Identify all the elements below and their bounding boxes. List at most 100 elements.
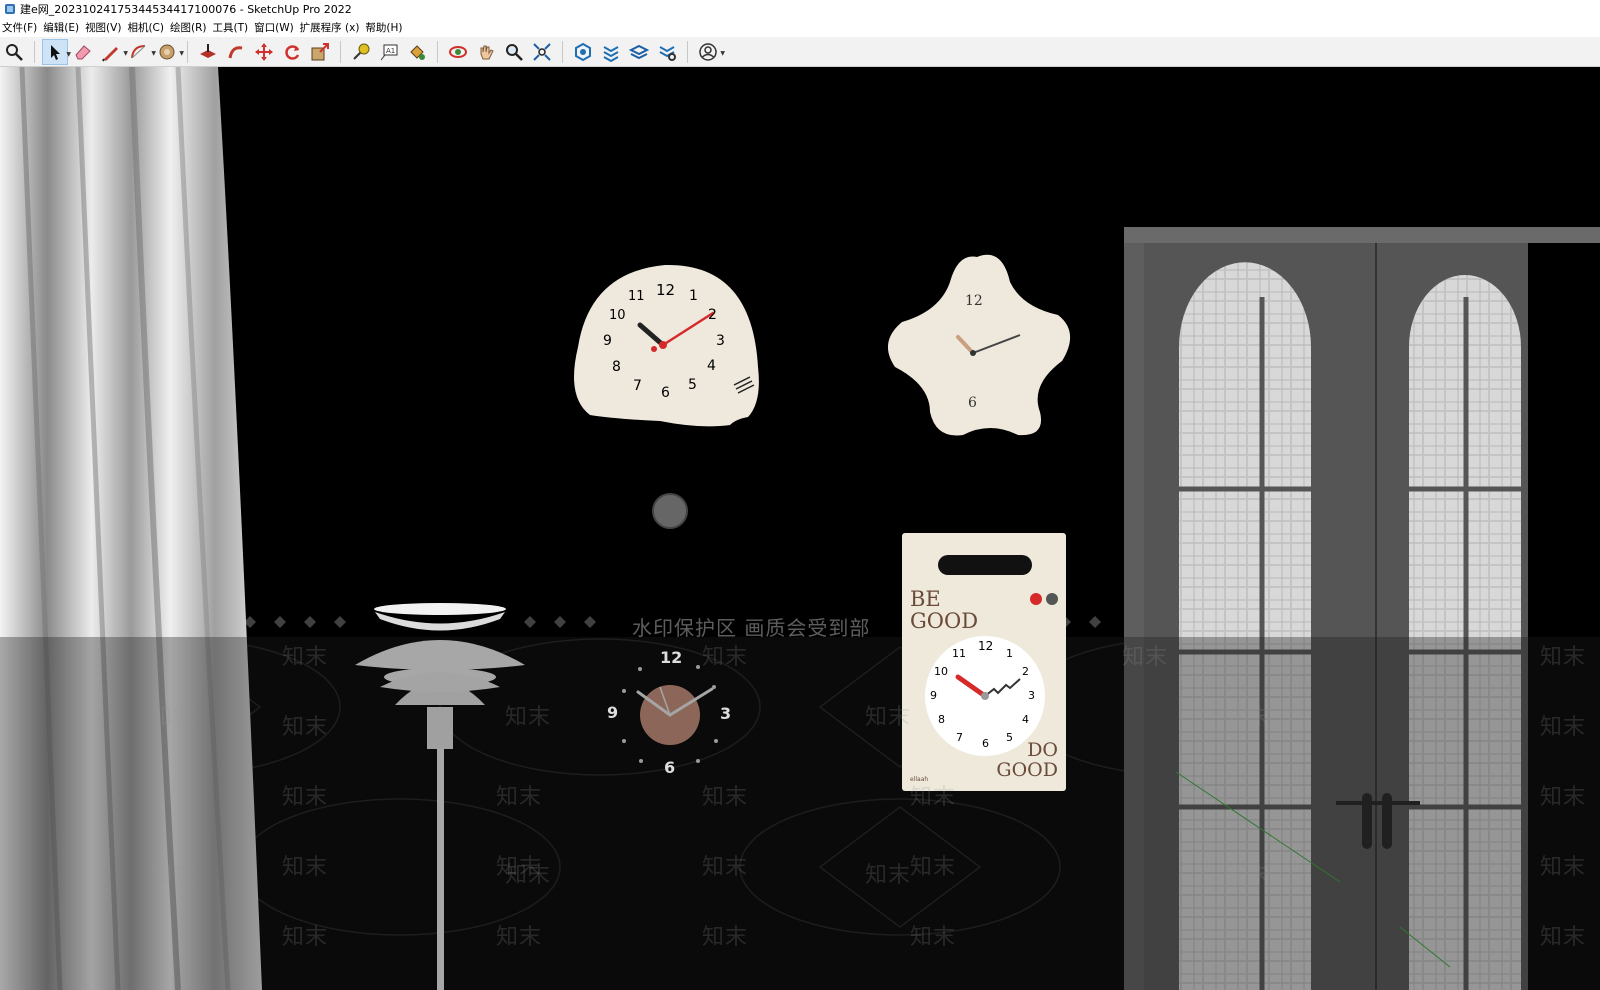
arc-icon [131, 44, 146, 58]
toolbar-separator [340, 40, 341, 63]
eraser-icon [75, 44, 91, 59]
paint-icon [410, 44, 425, 60]
toolbar-separator [34, 40, 35, 63]
clock-numeral: 7 [633, 378, 642, 394]
star-wall-clock [887, 254, 1071, 436]
menu-tools[interactable]: 工具(T) [210, 20, 252, 35]
zoom-window-button[interactable] [1, 39, 27, 65]
arc-button[interactable]: ▼ [126, 39, 156, 65]
be-good-poster-clock: BE GOOD 12 1 2 3 4 5 6 7 8 9 10 11 DO GO… [902, 533, 1066, 791]
menu-help[interactable]: 帮助(H) [363, 20, 406, 35]
menu-bar: 文件(F) 编辑(E) 视图(V) 相机(C) 绘图(R) 工具(T) 窗口(W… [0, 19, 1600, 36]
wall-knob [652, 493, 688, 529]
follow-me-button[interactable] [223, 39, 249, 65]
poster-line-good: GOOD [910, 609, 979, 633]
clock-numeral: 9 [603, 333, 612, 349]
select-button[interactable]: ▼ [42, 38, 71, 65]
pan-button[interactable] [473, 39, 499, 65]
toolbar-separator [187, 40, 188, 63]
zoom-button[interactable] [501, 39, 527, 65]
push-pull-button[interactable] [195, 39, 221, 65]
account-button[interactable]: ▼ [695, 39, 725, 65]
clock-numeral: 12 [656, 281, 676, 299]
toolbar-separator [562, 40, 563, 63]
toolbar-separator [437, 40, 438, 63]
line-button[interactable]: ▼ [98, 39, 128, 65]
chevron-down-icon[interactable]: ▼ [720, 50, 725, 57]
3d-warehouse-icon [575, 42, 591, 61]
poster-line-do: DO [1027, 739, 1058, 761]
tape-measure-button[interactable] [348, 39, 374, 65]
clock-numeral: 1 [689, 288, 698, 304]
account-icon [699, 42, 717, 61]
clock-numeral: 11 [628, 289, 645, 304]
offset-button[interactable]: ▼ [154, 39, 184, 65]
move-button[interactable] [251, 39, 277, 65]
extension-manager-button[interactable] [654, 39, 680, 65]
poster-line-be: BE [910, 587, 941, 611]
watermark-overlay [0, 637, 1600, 990]
clock-numeral: 10 [934, 665, 948, 678]
poster-top-text: BE GOOD [910, 588, 978, 632]
menu-window[interactable]: 窗口(W) [252, 20, 298, 35]
text-button[interactable]: A1 [376, 39, 402, 65]
main-toolbar: ▼ ▼ ▼ ▼ A1 ▼ [0, 37, 1600, 67]
clock-numeral: 3 [1028, 689, 1035, 702]
orbit-button[interactable] [445, 39, 471, 65]
menu-view[interactable]: 视图(V) [83, 20, 125, 35]
eraser-button[interactable] [70, 39, 96, 65]
rotate-button[interactable] [279, 39, 305, 65]
clock-numeral: 3 [720, 704, 732, 723]
menu-camera[interactable]: 相机(C) [125, 20, 168, 35]
clock-numeral: 12 [660, 648, 683, 667]
pencil-line-icon [102, 46, 118, 61]
gray-dot [1046, 593, 1058, 605]
window-title: 建e网_20231024175344534417100076 - SketchU… [20, 3, 352, 16]
zoom-icon [506, 43, 523, 61]
extension-manager-icon [659, 45, 676, 61]
clock-numeral: 6 [661, 385, 670, 401]
title-bar: 建e网_20231024175344534417100076 - SketchU… [0, 0, 1600, 18]
paint-button[interactable] [404, 39, 430, 65]
zoom-extents-button[interactable] [529, 39, 555, 65]
menu-edit[interactable]: 编辑(E) [41, 20, 83, 35]
zoom-window-icon [6, 43, 23, 61]
menu-file[interactable]: 文件(F) [0, 20, 41, 35]
chevron-down-icon[interactable]: ▼ [179, 50, 184, 57]
clock-numeral: 3 [716, 333, 725, 349]
extension-warehouse-icon [603, 45, 619, 62]
layout-button[interactable] [626, 39, 652, 65]
model-viewport[interactable]: 12 1 2 3 4 5 6 7 8 9 10 11 12 6 12 3 6 9… [0, 67, 1600, 990]
layout-icon [629, 44, 649, 59]
poster-line-good-2: GOOD [996, 759, 1058, 781]
scene-canvas [0, 67, 1600, 990]
clock-numeral: 12 [978, 639, 994, 653]
clock-numeral: 6 [982, 737, 989, 750]
sketchup-app-icon [5, 4, 15, 14]
clock-numeral: 5 [688, 377, 697, 393]
extension-warehouse-button[interactable] [598, 39, 624, 65]
tape-measure-icon [353, 43, 370, 60]
poster-bottom-text: DO GOOD [996, 740, 1058, 780]
menu-draw[interactable]: 绘图(R) [168, 20, 211, 35]
clock-numeral: 7 [956, 731, 963, 744]
scale-button[interactable] [307, 39, 333, 65]
clock-numeral: 1 [1006, 647, 1013, 660]
orbit-icon [449, 45, 467, 58]
follow-me-icon [228, 45, 243, 58]
text-icon: A1 [380, 44, 398, 60]
move-icon [255, 42, 273, 61]
scale-icon [311, 42, 329, 60]
push-pull-icon [200, 43, 216, 58]
menu-extensions[interactable]: 扩展程序 (x) [298, 20, 364, 35]
clock-numeral: 9 [930, 689, 937, 702]
rotate-icon [285, 44, 300, 60]
pan-hand-icon [480, 45, 494, 59]
clock-numeral: 2 [1022, 665, 1029, 678]
clock-numeral: 8 [938, 713, 945, 726]
3d-warehouse-button[interactable] [570, 39, 596, 65]
red-dot [1030, 593, 1042, 605]
clock-numeral: 11 [952, 647, 966, 660]
select-arrow-icon [51, 44, 60, 60]
paint-bucket-icon [159, 44, 175, 59]
